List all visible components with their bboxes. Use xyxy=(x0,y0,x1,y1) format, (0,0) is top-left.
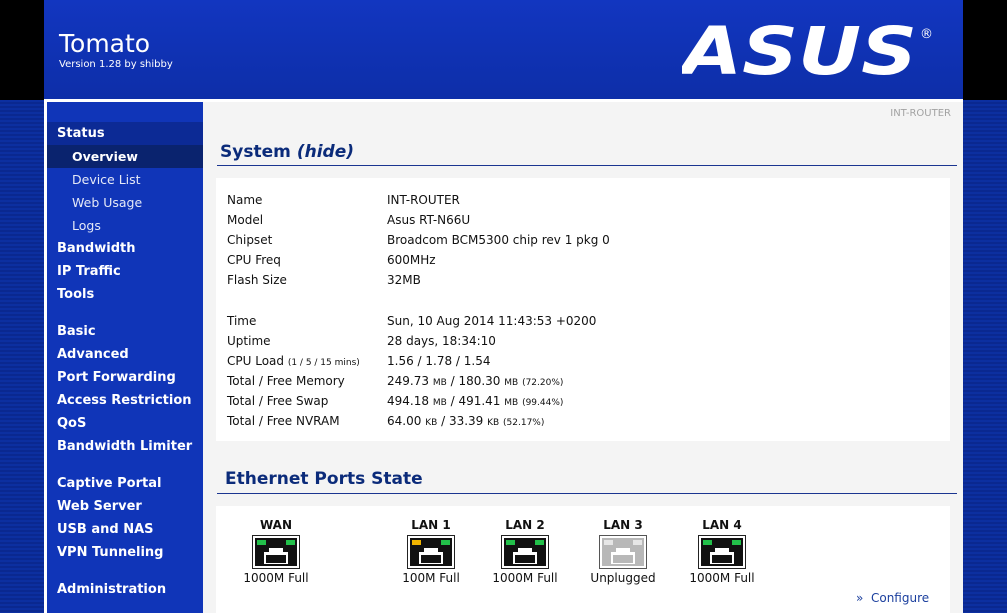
ethernet-section-title: Ethernet Ports State xyxy=(225,469,423,489)
row-label: Total / Free Memory xyxy=(227,374,345,388)
row-value: 32MB xyxy=(387,273,421,287)
row-value: 1.56 / 1.78 / 1.54 xyxy=(387,354,491,368)
configure-label[interactable]: Configure xyxy=(871,591,929,605)
ethernet-port-icon xyxy=(252,535,300,569)
row-value: 249.73 MB / 180.30 MB (72.20%) xyxy=(387,374,564,388)
nav-vpn-tunneling[interactable]: VPN Tunneling xyxy=(57,545,164,560)
double-chevron-icon: » xyxy=(856,591,864,605)
row-value: 494.18 MB / 491.41 MB (99.44%) xyxy=(387,394,564,408)
ethernet-port-icon xyxy=(407,535,455,569)
ethernet-port-icon xyxy=(501,535,549,569)
row-label: CPU Load (1 / 5 / 15 mins) xyxy=(227,354,360,368)
nav-port-forwarding[interactable]: Port Forwarding xyxy=(57,370,176,385)
row-value: 28 days, 18:34:10 xyxy=(387,334,496,348)
nav-usb-and-nas[interactable]: USB and NAS xyxy=(57,522,154,537)
nav-qos[interactable]: QoS xyxy=(57,416,86,431)
system-section-title: System (hide) xyxy=(220,142,354,162)
row-label: Uptime xyxy=(227,334,271,348)
nav-bandwidth[interactable]: Bandwidth xyxy=(57,241,135,256)
ethernet-port-unplugged-icon xyxy=(599,535,647,569)
header: Tomato Version 1.28 by shibby ASUS ® xyxy=(44,0,963,102)
svg-text:®: ® xyxy=(920,27,933,42)
port-name: WAN xyxy=(259,518,293,532)
port-name: LAN 1 xyxy=(411,518,451,532)
nav-advanced[interactable]: Advanced xyxy=(57,347,129,362)
svg-text:ASUS: ASUS xyxy=(682,20,917,80)
port-status: 100M Full xyxy=(402,571,460,585)
hide-link[interactable]: (hide) xyxy=(297,142,354,162)
nav-administration[interactable]: Administration xyxy=(57,582,166,597)
port-name: LAN 3 xyxy=(603,518,643,532)
port-status: Unplugged xyxy=(590,571,656,585)
port-lan-2: LAN 2 1000M Full xyxy=(485,518,565,585)
row-label: Name xyxy=(227,193,263,207)
row-value: Sun, 10 Aug 2014 11:43:53 +0200 xyxy=(387,314,597,328)
port-wan: WAN 1000M Full xyxy=(236,518,316,585)
row-label: Time xyxy=(227,314,257,328)
nav-web-server[interactable]: Web Server xyxy=(57,499,142,514)
row-label: Model xyxy=(227,213,264,227)
nav-status[interactable]: Status xyxy=(57,126,105,141)
port-lan-3: LAN 3 Unplugged xyxy=(583,518,663,585)
app-version: Version 1.28 by shibby xyxy=(59,59,173,70)
port-lan-4: LAN 4 1000M Full xyxy=(682,518,762,585)
main-content: INT-ROUTER System (hide) Name INT-ROUTER … xyxy=(203,102,963,613)
ethernet-panel: WAN 1000M Full LAN 1 100M Full LAN 2 100… xyxy=(216,506,950,613)
row-value: Broadcom BCM5300 chip rev 1 pkg 0 xyxy=(387,233,610,247)
nav-overview[interactable]: Overview xyxy=(72,149,138,164)
nav-ip-traffic[interactable]: IP Traffic xyxy=(57,264,121,279)
port-status: 1000M Full xyxy=(689,571,755,585)
row-label: Total / Free Swap xyxy=(227,394,329,408)
nav-captive-portal[interactable]: Captive Portal xyxy=(57,476,161,491)
port-name: LAN 2 xyxy=(505,518,545,532)
nav-basic[interactable]: Basic xyxy=(57,324,96,339)
port-status: 1000M Full xyxy=(243,571,309,585)
port-lan-1: LAN 1 100M Full xyxy=(391,518,471,585)
row-value: INT-ROUTER xyxy=(387,193,460,207)
configure-link[interactable]: » Configure xyxy=(856,591,929,605)
background-top-right xyxy=(963,0,1007,100)
row-value: 64.00 KB / 33.39 KB (52.17%) xyxy=(387,414,545,428)
nav-tools[interactable]: Tools xyxy=(57,287,94,302)
row-label: Chipset xyxy=(227,233,273,247)
router-name-tag: INT-ROUTER xyxy=(890,108,951,119)
system-divider xyxy=(217,165,957,166)
ethernet-port-icon xyxy=(698,535,746,569)
background-top-left xyxy=(0,0,44,100)
row-value: 600MHz xyxy=(387,253,436,267)
nav-access-restriction[interactable]: Access Restriction xyxy=(57,393,192,408)
port-status: 1000M Full xyxy=(492,571,558,585)
system-title: System xyxy=(220,142,291,162)
port-name: LAN 4 xyxy=(702,518,742,532)
row-label: CPU Freq xyxy=(227,253,281,267)
system-panel: Name INT-ROUTER Model Asus RT-N66U Chips… xyxy=(216,178,950,441)
sidebar: Status Overview Device List Web Usage Lo… xyxy=(44,102,206,613)
row-value: Asus RT-N66U xyxy=(387,213,471,227)
asus-logo: ASUS ® xyxy=(676,13,962,90)
row-label: Total / Free NVRAM xyxy=(227,414,340,428)
nav-logs[interactable]: Logs xyxy=(72,218,101,233)
row-label: Flash Size xyxy=(227,273,287,287)
app-title: Tomato xyxy=(59,29,151,58)
ethernet-divider xyxy=(217,493,957,494)
nav-device-list[interactable]: Device List xyxy=(72,172,141,187)
nav-bandwidth-limiter[interactable]: Bandwidth Limiter xyxy=(57,439,192,454)
nav-web-usage[interactable]: Web Usage xyxy=(72,195,142,210)
